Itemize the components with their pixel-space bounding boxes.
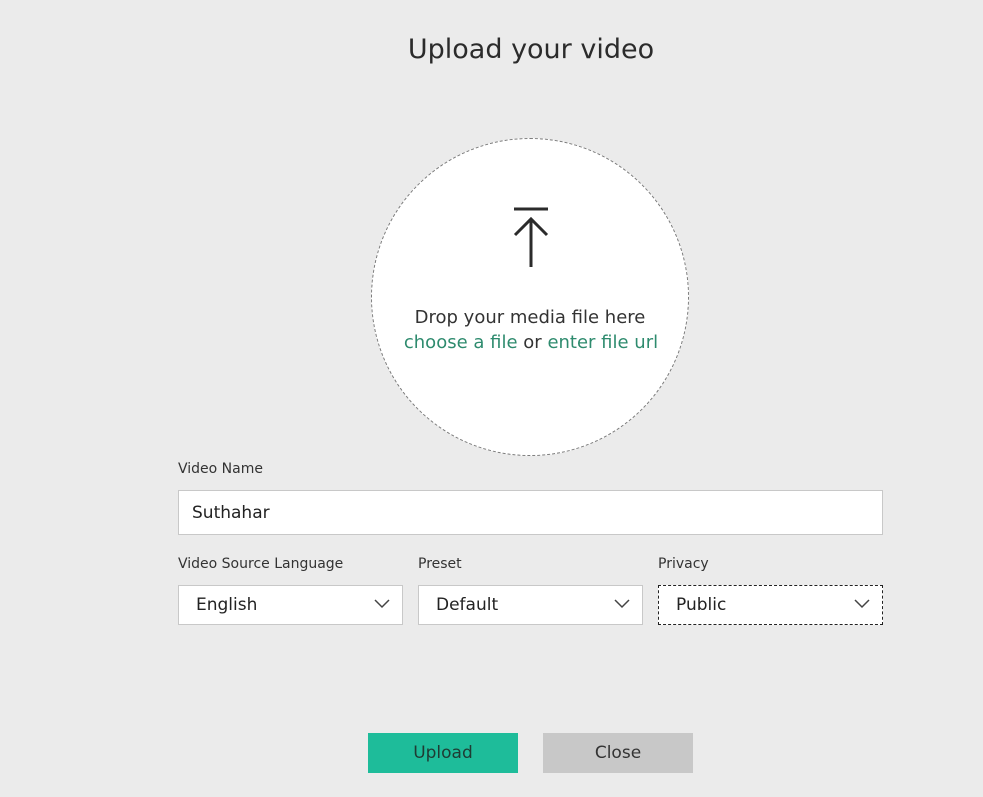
video-name-label: Video Name	[178, 461, 263, 477]
or-separator: or	[523, 332, 542, 353]
privacy-label: Privacy	[658, 556, 709, 572]
language-label: Video Source Language	[178, 556, 344, 572]
upload-options: choose a file or enter file url	[352, 332, 710, 353]
video-name-input[interactable]	[178, 490, 883, 535]
dialog-title: Upload your video	[407, 34, 655, 65]
upload-button[interactable]: Upload	[368, 733, 518, 773]
privacy-selected-value: Public	[676, 595, 727, 615]
preset-selected-value: Default	[436, 595, 499, 615]
language-select[interactable]: English	[178, 585, 403, 625]
choose-file-link[interactable]: choose a file	[404, 332, 518, 353]
media-dropzone[interactable]: Drop your media file here choose a file …	[371, 138, 689, 456]
upload-arrow-icon	[513, 207, 549, 267]
drop-instruction: Drop your media file here	[414, 307, 646, 328]
preset-label: Preset	[418, 556, 462, 572]
privacy-select[interactable]: Public	[658, 585, 883, 625]
close-button[interactable]: Close	[543, 733, 693, 773]
preset-select[interactable]: Default	[418, 585, 643, 625]
chevron-down-icon	[374, 599, 390, 609]
chevron-down-icon	[854, 599, 870, 609]
language-selected-value: English	[196, 595, 258, 615]
chevron-down-icon	[614, 599, 630, 609]
enter-file-url-link[interactable]: enter file url	[547, 332, 658, 353]
